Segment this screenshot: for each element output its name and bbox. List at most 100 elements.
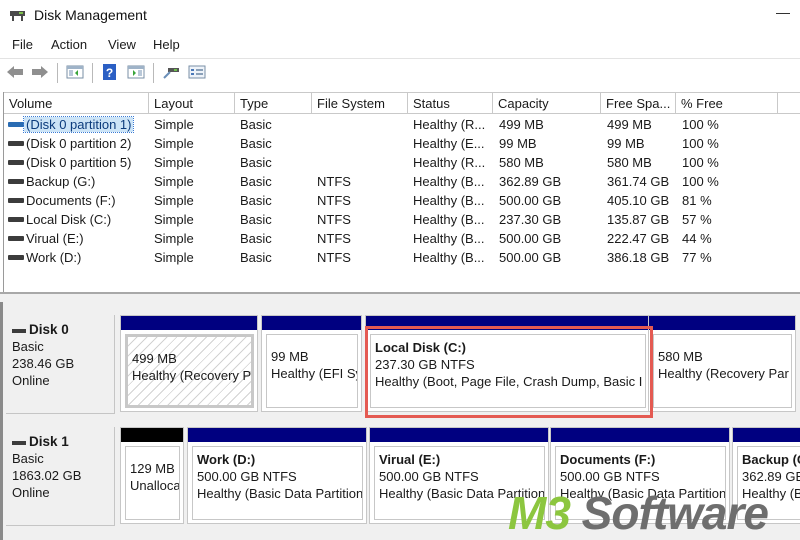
cell-status: Healthy (B... [413, 193, 485, 208]
column-header-status[interactable]: Status [408, 92, 493, 114]
pane-splitter[interactable] [0, 292, 800, 302]
partition-size: 500.00 GB NTFS [560, 469, 660, 484]
cell-volume: Virual (E:) [26, 231, 84, 246]
cell-layout: Simple [154, 193, 194, 208]
volume-icon [8, 141, 24, 146]
column-header-volume[interactable]: Volume [4, 92, 149, 114]
highlight-box-local-disk-c [365, 326, 653, 418]
cell-status: Healthy (R... [413, 155, 486, 170]
watermark-m3: M3 [508, 487, 571, 539]
menu-view[interactable]: View [108, 37, 136, 52]
toolbar-separator [92, 63, 93, 83]
column-header-file-system[interactable]: File System [312, 92, 408, 114]
column-header-layout[interactable]: Layout [149, 92, 235, 114]
show-hide-action-pane-icon[interactable] [127, 64, 145, 80]
partition-size: 129 MB [130, 461, 175, 476]
column-header-type[interactable]: Type [235, 92, 312, 114]
volume-icon [8, 198, 24, 203]
volume-row[interactable]: (Disk 0 partition 2) Simple Basic Healthy (… [4, 134, 800, 153]
volume-row[interactable]: (Disk 0 partition 5) Simple Basic Healthy (… [4, 153, 800, 172]
partition-spacer [658, 339, 791, 348]
menu-file[interactable]: File [12, 37, 33, 52]
cell-status: Healthy (R... [413, 117, 486, 132]
column-header-free-space[interactable]: Free Spa... [601, 92, 676, 114]
menu-bar: File Action View Help [0, 34, 800, 56]
cell-file-system: NTFS [317, 193, 351, 208]
cell-free-space: 386.18 GB [607, 250, 670, 265]
connect-icon[interactable] [162, 64, 180, 80]
disk-title: Disk 0 [12, 321, 114, 338]
partition-size: 500.00 GB NTFS [197, 469, 297, 484]
disk-label-1[interactable]: Disk 1 Basic 1863.02 GB Online [6, 427, 115, 526]
partition-status: Healthy (Basic Data Partition [197, 486, 363, 501]
cell-type: Basic [240, 174, 272, 189]
column-header-capacity[interactable]: Capacity [493, 92, 601, 114]
menu-action[interactable]: Action [51, 37, 87, 52]
cell-capacity: 99 MB [499, 136, 537, 151]
volume-row[interactable]: Local Disk (C:) Simple Basic NTFS Healthy (B… [4, 210, 800, 229]
partition-type-bar [121, 428, 183, 442]
cell-free-space: 222.47 GB [607, 231, 670, 246]
toolbar-separator [153, 63, 154, 83]
cell-free-space: 499 MB [607, 117, 652, 132]
disk-name: Disk 0 [29, 322, 69, 337]
volume-row[interactable]: Documents (F:) Simple Basic NTFS Healthy (B.… [4, 191, 800, 210]
volume-icon [8, 236, 24, 241]
partition-status: Healthy (Recovery Pa [132, 368, 254, 383]
disk-name: Disk 1 [29, 434, 69, 449]
volume-row[interactable]: Work (D:) Simple Basic NTFS Healthy (B... 500… [4, 248, 800, 267]
volume-list: Volume Layout Type File System Status Ca… [3, 92, 800, 292]
cell-type: Basic [240, 155, 272, 170]
disk-state: Online [12, 485, 50, 500]
column-header-percent-free[interactable]: % Free [676, 92, 778, 114]
back-arrow-icon[interactable] [6, 64, 24, 80]
cell-capacity: 580 MB [499, 155, 544, 170]
disk-type: Basic [12, 451, 44, 466]
partition-block[interactable]: 580 MB Healthy (Recovery Par [648, 315, 796, 412]
cell-status: Healthy (B... [413, 231, 485, 246]
properties-icon[interactable] [188, 64, 206, 80]
volume-icon [8, 255, 24, 260]
cell-capacity: 499 MB [499, 117, 544, 132]
svg-text:?: ? [106, 66, 113, 80]
partition-block[interactable]: 99 MB Healthy (EFI Sy [261, 315, 362, 412]
cell-capacity: 500.00 GB [499, 250, 562, 265]
cell-type: Basic [240, 136, 272, 151]
partition-title: Virual (E:) [379, 452, 441, 467]
partition-block[interactable]: 129 MB Unalloca [120, 427, 184, 524]
cell-percent-free: 100 % [682, 117, 719, 132]
volume-row[interactable]: Virual (E:) Simple Basic NTFS Healthy (B... 5… [4, 229, 800, 248]
watermark-software: Software [569, 487, 769, 539]
cell-volume: Work (D:) [26, 250, 82, 265]
menu-help[interactable]: Help [153, 37, 180, 52]
show-hide-console-tree-icon[interactable] [66, 64, 84, 80]
partition-status: Unalloca [130, 478, 180, 493]
cell-type: Basic [240, 117, 272, 132]
disk-label-0[interactable]: Disk 0 Basic 238.46 GB Online [6, 315, 115, 414]
toolbar: ? [0, 58, 800, 86]
forward-arrow-icon[interactable] [31, 64, 49, 80]
minimize-button[interactable]: — [776, 4, 790, 20]
cell-capacity: 500.00 GB [499, 231, 562, 246]
cell-percent-free: 44 % [682, 231, 712, 246]
partition-body: 499 MB Healthy (Recovery Pa [125, 334, 254, 408]
help-icon[interactable]: ? [101, 64, 119, 80]
disk-title: Disk 1 [12, 433, 114, 450]
partition-block[interactable]: 499 MB Healthy (Recovery Pa [120, 315, 258, 412]
cell-volume: (Disk 0 partition 5) [26, 155, 132, 170]
disk-type: Basic [12, 339, 44, 354]
volume-row[interactable]: (Disk 0 partition 1) Simple Basic Healthy (… [4, 115, 800, 134]
volume-row[interactable]: Backup (G:) Simple Basic NTFS Healthy (B... 3… [4, 172, 800, 191]
disk-icon [12, 440, 26, 445]
watermark-logo: M3 Software [508, 487, 769, 539]
partition-type-bar [121, 316, 257, 330]
partition-type-bar [370, 428, 548, 442]
cell-status: Healthy (B... [413, 250, 485, 265]
cell-layout: Simple [154, 136, 194, 151]
partition-spacer [132, 341, 251, 350]
disk-icon [12, 328, 26, 333]
partition-block[interactable]: Work (D:) 500.00 GB NTFS Healthy (Basic Da… [187, 427, 367, 524]
cell-capacity: 237.30 GB [499, 212, 562, 227]
partition-body: 580 MB Healthy (Recovery Par [653, 334, 792, 408]
partition-type-bar [262, 316, 361, 330]
